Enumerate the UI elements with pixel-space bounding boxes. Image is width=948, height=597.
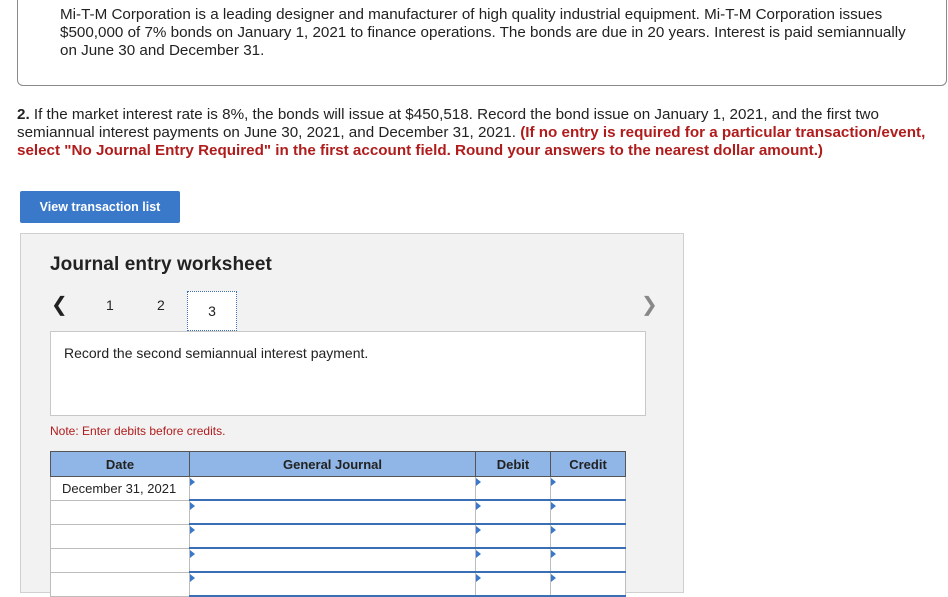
credit-field[interactable] <box>550 571 626 597</box>
debit-field[interactable] <box>475 547 551 573</box>
debit-field[interactable] <box>475 499 551 525</box>
credit-field[interactable] <box>550 499 626 525</box>
account-field[interactable] <box>189 499 476 525</box>
credit-field[interactable] <box>550 476 626 501</box>
table-row <box>50 571 626 597</box>
table-row: December 31, 2021 <box>50 476 626 501</box>
column-header-general-journal: General Journal <box>189 451 476 477</box>
question-text: 2. If the market interest rate is 8%, th… <box>17 106 945 160</box>
account-field[interactable] <box>189 571 476 597</box>
table-row <box>50 547 626 573</box>
intro-text: Mi-T-M Corporation is a leading designer… <box>60 6 906 59</box>
debit-field[interactable] <box>475 571 551 597</box>
table-header-row: Date General Journal Debit Credit <box>50 451 626 477</box>
prompt-text: Record the second semiannual interest pa… <box>64 345 369 361</box>
chevron-left-icon[interactable]: ❮ <box>51 294 68 316</box>
account-field[interactable] <box>189 476 476 501</box>
date-cell[interactable] <box>50 499 190 525</box>
worksheet-title: Journal entry worksheet <box>50 254 272 275</box>
page-tab-2[interactable]: 2 <box>157 297 165 313</box>
credit-field[interactable] <box>550 547 626 573</box>
page-tab-1[interactable]: 1 <box>106 297 114 313</box>
journal-table: Date General Journal Debit Credit Decemb… <box>50 451 626 597</box>
journal-entry-worksheet: Journal entry worksheet ❮ 1 2 3 ❯ Record… <box>20 233 684 597</box>
table-row <box>50 499 626 525</box>
debit-field[interactable] <box>475 476 551 501</box>
table-row <box>50 523 626 549</box>
column-header-credit: Credit <box>550 451 626 477</box>
date-cell[interactable] <box>50 547 190 573</box>
column-header-date: Date <box>50 451 190 477</box>
question-number: 2. <box>17 106 30 123</box>
prompt-box: Record the second semiannual interest pa… <box>50 331 646 416</box>
page-tab-3[interactable]: 3 <box>187 291 237 331</box>
column-header-debit: Debit <box>475 451 551 477</box>
date-cell[interactable] <box>50 571 190 597</box>
date-cell[interactable] <box>50 523 190 549</box>
credit-field[interactable] <box>550 523 626 549</box>
view-transaction-list-button[interactable]: View transaction list <box>20 191 180 223</box>
note-text: Note: Enter debits before credits. <box>50 424 226 438</box>
account-field[interactable] <box>189 523 476 549</box>
account-field[interactable] <box>189 547 476 573</box>
debit-field[interactable] <box>475 523 551 549</box>
date-cell[interactable]: December 31, 2021 <box>50 476 190 501</box>
chevron-right-icon[interactable]: ❯ <box>641 294 658 316</box>
